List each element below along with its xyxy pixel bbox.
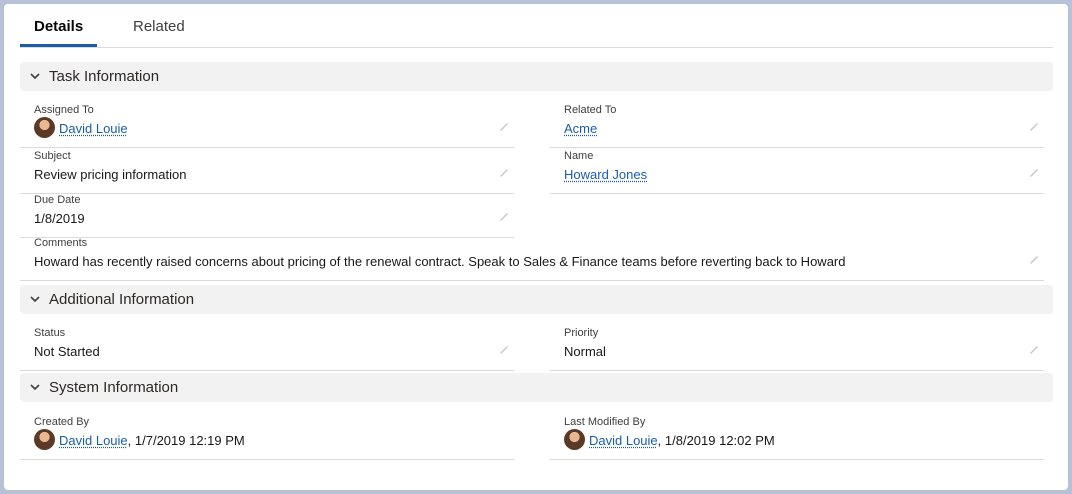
- pencil-icon[interactable]: [498, 120, 510, 132]
- field-label: Assigned To: [34, 104, 94, 116]
- record-detail-card: Details Related Task Information Assigne…: [4, 4, 1068, 490]
- field-due-date: Due Date 1/8/2019: [20, 194, 514, 238]
- tab-details[interactable]: Details: [34, 18, 83, 35]
- field-value: David Louie, 1/8/2019 12:02 PM: [564, 429, 775, 452]
- field-value: Howard has recently raised concerns abou…: [34, 254, 846, 269]
- assigned-to-link[interactable]: David Louie: [59, 121, 128, 136]
- section-additional-information[interactable]: Additional Information: [20, 285, 1053, 314]
- field-related-to: Related To Acme: [550, 104, 1044, 148]
- field-label: Related To: [564, 104, 617, 116]
- last-modified-by-user-link[interactable]: David Louie: [589, 433, 658, 448]
- field-value: Not Started: [34, 344, 100, 359]
- field-value: Normal: [564, 344, 606, 359]
- tab-related[interactable]: Related: [133, 18, 185, 35]
- section-system-information[interactable]: System Information: [20, 373, 1053, 402]
- related-to-link[interactable]: Acme: [564, 121, 597, 136]
- pencil-icon[interactable]: [1028, 166, 1040, 178]
- avatar[interactable]: [34, 429, 55, 450]
- field-value: 1/8/2019: [34, 211, 85, 226]
- created-by-user-link[interactable]: David Louie: [59, 433, 128, 448]
- field-name: Name Howard Jones: [550, 150, 1044, 194]
- section-task-information[interactable]: Task Information: [20, 62, 1053, 91]
- field-value: Review pricing information: [34, 167, 187, 182]
- name-link[interactable]: Howard Jones: [564, 167, 647, 182]
- pencil-icon[interactable]: [498, 166, 510, 178]
- last-modified-by-timestamp: , 1/8/2019 12:02 PM: [657, 432, 775, 448]
- chevron-down-icon: [30, 73, 40, 80]
- field-priority: Priority Normal: [550, 327, 1044, 371]
- chevron-down-icon: [30, 384, 40, 391]
- field-label: Priority: [564, 327, 599, 339]
- pencil-icon[interactable]: [498, 210, 510, 222]
- field-label: Comments: [34, 237, 88, 249]
- tab-bar: Details Related: [20, 4, 1053, 48]
- field-label: Name: [564, 150, 594, 162]
- field-last-modified-by: Last Modified By David Louie, 1/8/2019 1…: [550, 416, 1044, 460]
- pencil-icon[interactable]: [498, 343, 510, 355]
- pencil-icon[interactable]: [1028, 253, 1040, 265]
- field-label: Due Date: [34, 194, 81, 206]
- field-comments: Comments Howard has recently raised conc…: [20, 237, 1044, 281]
- section-title: Task Information: [49, 68, 160, 85]
- field-value: David Louie, 1/7/2019 12:19 PM: [34, 429, 245, 452]
- pencil-icon[interactable]: [1028, 120, 1040, 132]
- chevron-down-icon: [30, 296, 40, 303]
- field-label: Last Modified By: [564, 416, 646, 428]
- field-status: Status Not Started: [20, 327, 514, 371]
- field-assigned-to: Assigned To David Louie: [20, 104, 514, 148]
- field-label: Subject: [34, 150, 71, 162]
- field-label: Created By: [34, 416, 90, 428]
- active-tab-indicator: [20, 44, 97, 47]
- section-title: System Information: [49, 379, 179, 396]
- avatar[interactable]: [34, 117, 55, 138]
- pencil-icon[interactable]: [1028, 343, 1040, 355]
- created-by-timestamp: , 1/7/2019 12:19 PM: [127, 432, 245, 448]
- field-created-by: Created By David Louie, 1/7/2019 12:19 P…: [20, 416, 514, 460]
- section-title: Additional Information: [49, 291, 195, 308]
- field-subject: Subject Review pricing information: [20, 150, 514, 194]
- field-value: David Louie: [34, 117, 128, 140]
- avatar[interactable]: [564, 429, 585, 450]
- field-label: Status: [34, 327, 66, 339]
